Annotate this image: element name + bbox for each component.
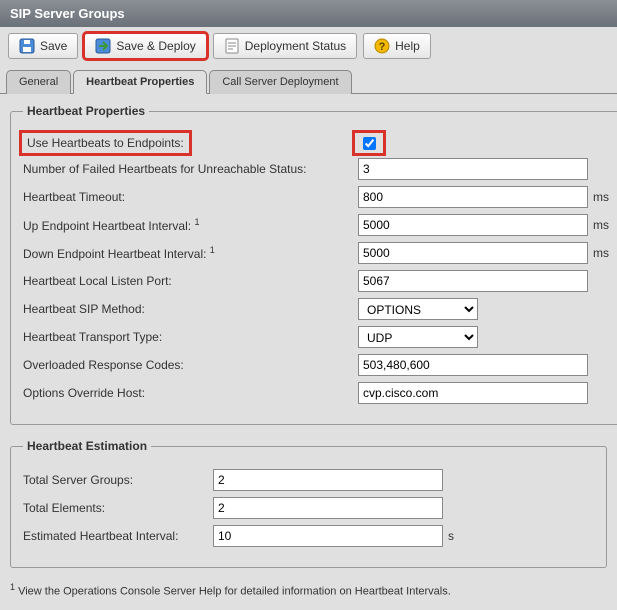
disk-arrow-icon [95,38,111,54]
transport-type-select[interactable]: UDP [358,326,478,348]
help-icon: ? [374,38,390,54]
deployment-status-button[interactable]: Deployment Status [213,33,357,59]
heartbeat-timeout-label: Heartbeat Timeout: [23,190,358,204]
estimated-interval-field [213,525,443,547]
total-groups-label: Total Server Groups: [23,473,213,487]
tab-call-server-deployment[interactable]: Call Server Deployment [209,70,351,94]
deployment-status-label: Deployment Status [245,39,346,53]
toolbar: Save Save & Deploy Deployment Status ? H… [0,27,617,65]
overloaded-codes-label: Overloaded Response Codes: [23,358,358,372]
failed-heartbeats-label: Number of Failed Heartbeats for Unreacha… [23,162,358,176]
total-elements-label: Total Elements: [23,501,213,515]
heartbeat-estimation-legend: Heartbeat Estimation [23,439,151,453]
document-icon [224,38,240,54]
overloaded-codes-input[interactable] [358,354,588,376]
disk-icon [19,38,35,54]
heartbeat-timeout-input[interactable] [358,186,588,208]
up-interval-label: Up Endpoint Heartbeat Interval: 1 [23,217,358,233]
help-button[interactable]: ? Help [363,33,431,59]
sip-method-select[interactable]: OPTIONS [358,298,478,320]
sip-method-label: Heartbeat SIP Method: [23,302,358,316]
override-host-input[interactable] [358,382,588,404]
tab-bar: General Heartbeat Properties Call Server… [0,65,617,94]
footnote: 1 View the Operations Console Server Hel… [10,582,607,598]
help-label: Help [395,39,420,53]
total-elements-field [213,497,443,519]
heartbeat-estimation-group: Heartbeat Estimation Total Server Groups… [10,439,607,568]
tab-general[interactable]: General [6,70,71,94]
total-groups-field [213,469,443,491]
heartbeat-properties-group: Heartbeat Properties Use Heartbeats to E… [10,104,617,425]
save-deploy-button[interactable]: Save & Deploy [84,33,206,59]
unit-ms: ms [593,190,609,204]
down-interval-input[interactable] [358,242,588,264]
estimated-interval-label: Estimated Heartbeat Interval: [23,529,213,543]
unit-ms: ms [593,246,609,260]
save-deploy-label: Save & Deploy [116,39,195,53]
override-host-label: Options Override Host: [23,386,358,400]
svg-text:?: ? [379,41,386,53]
up-interval-input[interactable] [358,214,588,236]
listen-port-label: Heartbeat Local Listen Port: [23,274,358,288]
down-interval-label: Down Endpoint Heartbeat Interval: 1 [23,245,358,261]
tab-content: Heartbeat Properties Use Heartbeats to E… [0,94,617,610]
listen-port-input[interactable] [358,270,588,292]
unit-s: s [448,529,454,543]
use-heartbeats-label: Use Heartbeats to Endpoints: [23,134,357,152]
tab-heartbeat-properties[interactable]: Heartbeat Properties [73,70,207,94]
failed-heartbeats-input[interactable] [358,158,588,180]
unit-ms: ms [593,218,609,232]
transport-type-label: Heartbeat Transport Type: [23,330,358,344]
use-heartbeats-checkbox[interactable] [363,137,376,150]
page-title: SIP Server Groups [0,0,617,27]
save-button[interactable]: Save [8,33,78,59]
heartbeat-properties-legend: Heartbeat Properties [23,104,149,118]
save-label: Save [40,39,67,53]
